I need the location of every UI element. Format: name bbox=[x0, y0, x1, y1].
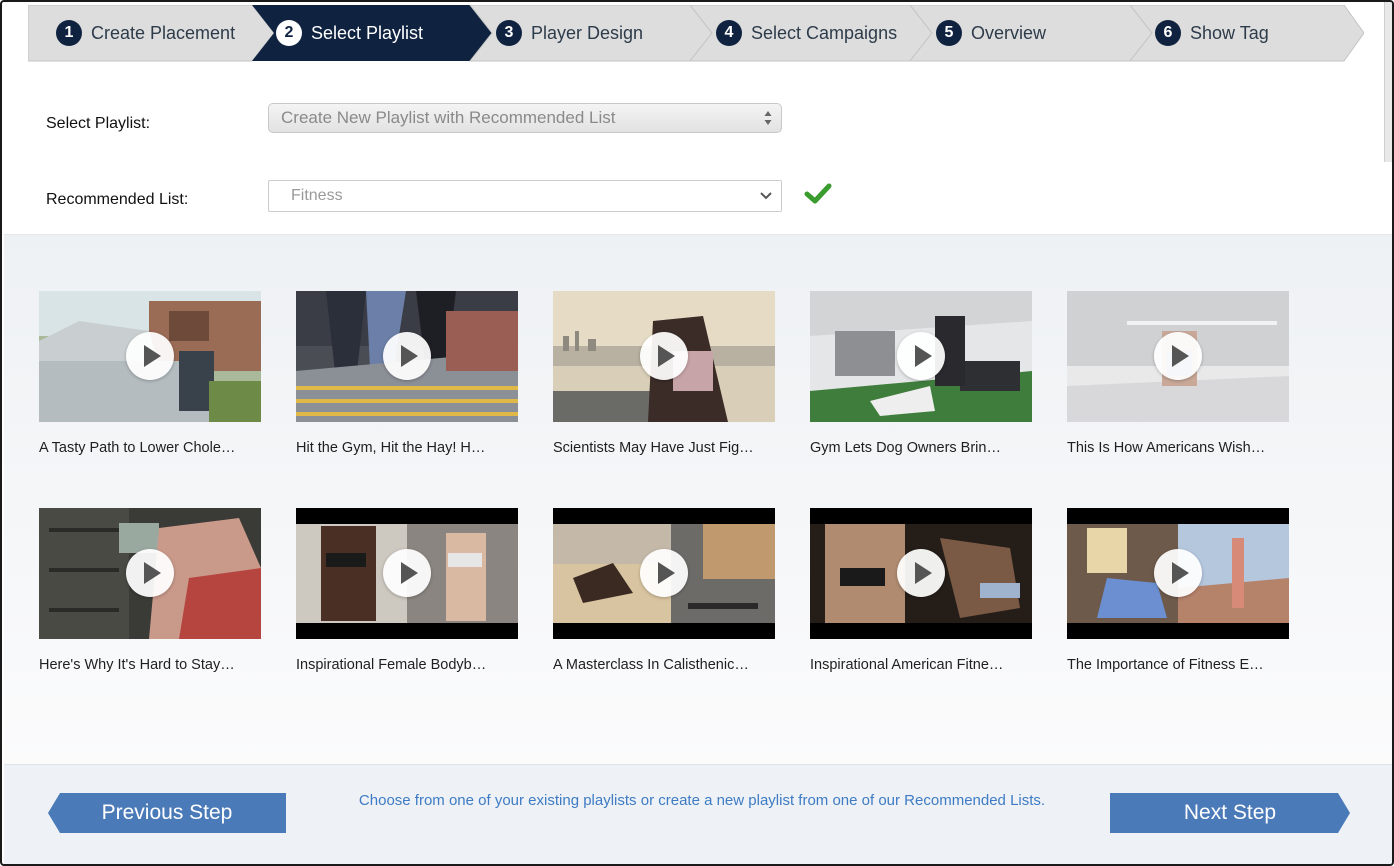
video-title[interactable]: Hit the Gym, Hit the Hay! H… bbox=[296, 440, 518, 456]
checkmark-icon bbox=[804, 183, 832, 204]
step-player-design[interactable]: 3 Player Design bbox=[496, 5, 643, 61]
step-number: 5 bbox=[936, 20, 962, 46]
chevron-down-icon bbox=[760, 192, 772, 200]
video-tile[interactable]: A Masterclass In Calisthenic… bbox=[553, 508, 775, 673]
step-number: 2 bbox=[276, 20, 302, 46]
video-thumbnail[interactable] bbox=[810, 291, 1032, 422]
step-label: Overview bbox=[971, 22, 1047, 43]
video-thumbnail[interactable] bbox=[1067, 508, 1289, 639]
step-number: 4 bbox=[716, 20, 742, 46]
video-title[interactable]: Inspirational Female Bodyb… bbox=[296, 657, 518, 673]
step-label: Select Campaigns bbox=[751, 22, 898, 43]
step-number: 6 bbox=[1155, 20, 1181, 46]
play-icon[interactable] bbox=[126, 332, 174, 380]
video-tile[interactable]: This Is How Americans Wish… bbox=[1067, 291, 1289, 456]
step-show-tag[interactable]: 6 Show Tag bbox=[1155, 5, 1269, 61]
play-icon[interactable] bbox=[1154, 332, 1202, 380]
video-thumbnail[interactable] bbox=[296, 508, 518, 639]
next-step-button[interactable]: Next Step bbox=[1110, 793, 1350, 833]
select-playlist-value: Create New Playlist with Recommended Lis… bbox=[281, 108, 616, 127]
step-label: Create Placement bbox=[91, 22, 236, 43]
video-title[interactable]: A Tasty Path to Lower Chole… bbox=[39, 440, 261, 456]
video-thumbnail[interactable] bbox=[39, 508, 261, 639]
play-icon[interactable] bbox=[383, 549, 431, 597]
scrollbar[interactable] bbox=[1384, 2, 1392, 162]
video-title[interactable]: This Is How Americans Wish… bbox=[1067, 440, 1289, 456]
play-icon[interactable] bbox=[126, 549, 174, 597]
select-playlist-label: Select Playlist: bbox=[46, 115, 151, 132]
step-number: 3 bbox=[496, 20, 522, 46]
wizard-steps: 1 Create Placement 2 Select Playlist 3 P… bbox=[28, 5, 1364, 63]
previous-step-button[interactable]: Previous Step bbox=[48, 793, 286, 833]
play-icon[interactable] bbox=[1154, 549, 1202, 597]
step-create-placement[interactable]: 1 Create Placement bbox=[56, 5, 235, 61]
video-tile[interactable]: A Tasty Path to Lower Chole… bbox=[39, 291, 261, 456]
video-title[interactable]: Gym Lets Dog Owners Brin… bbox=[810, 440, 1032, 456]
recommended-list-label: Recommended List: bbox=[46, 191, 189, 208]
video-tile[interactable]: Gym Lets Dog Owners Brin… bbox=[810, 291, 1032, 456]
step-label: Player Design bbox=[531, 22, 644, 43]
step-select-playlist[interactable]: 2 Select Playlist bbox=[276, 5, 423, 61]
video-tile[interactable]: Hit the Gym, Hit the Hay! H… bbox=[296, 291, 518, 456]
play-icon[interactable] bbox=[383, 332, 431, 380]
video-tile[interactable]: Scientists May Have Just Fig… bbox=[553, 291, 775, 456]
select-playlist-dropdown[interactable]: Create New Playlist with Recommended Lis… bbox=[268, 103, 782, 133]
step-label: Show Tag bbox=[1190, 22, 1269, 43]
play-icon[interactable] bbox=[897, 332, 945, 380]
video-title[interactable]: Inspirational American Fitne… bbox=[810, 657, 1032, 673]
video-title[interactable]: Here's Why It's Hard to Stay… bbox=[39, 657, 261, 673]
recommended-list-value: Fitness bbox=[291, 187, 343, 204]
video-title[interactable]: Scientists May Have Just Fig… bbox=[553, 440, 775, 456]
step-select-campaigns[interactable]: 4 Select Campaigns bbox=[716, 5, 897, 61]
video-title[interactable]: The Importance of Fitness E… bbox=[1067, 657, 1289, 673]
video-tile[interactable]: Inspirational Female Bodyb… bbox=[296, 508, 518, 673]
video-thumbnail[interactable] bbox=[1067, 291, 1289, 422]
step-label: Select Playlist bbox=[311, 22, 424, 43]
step-number: 1 bbox=[56, 20, 82, 46]
app-frame: 1 Create Placement 2 Select Playlist 3 P… bbox=[0, 0, 1394, 866]
video-tile[interactable]: The Importance of Fitness E… bbox=[1067, 508, 1289, 673]
play-icon[interactable] bbox=[897, 549, 945, 597]
play-icon[interactable] bbox=[640, 549, 688, 597]
video-thumbnail[interactable] bbox=[553, 508, 775, 639]
hint-text: Choose from one of your existing playlis… bbox=[358, 792, 1046, 809]
wizard-footer: Previous Step Choose from one of your ex… bbox=[4, 764, 1392, 864]
video-thumbnail[interactable] bbox=[810, 508, 1032, 639]
video-thumbnail[interactable] bbox=[553, 291, 775, 422]
video-thumbnail[interactable] bbox=[39, 291, 261, 422]
updown-arrows-icon bbox=[764, 111, 772, 125]
video-title[interactable]: A Masterclass In Calisthenic… bbox=[553, 657, 775, 673]
video-tile[interactable]: Here's Why It's Hard to Stay… bbox=[39, 508, 261, 673]
step-overview[interactable]: 5 Overview bbox=[936, 5, 1046, 61]
video-thumbnail[interactable] bbox=[296, 291, 518, 422]
recommended-list-dropdown[interactable]: Fitness bbox=[268, 180, 782, 212]
video-grid-panel: A Tasty Path to Lower Chole… Hit the Gym… bbox=[4, 234, 1392, 764]
play-icon[interactable] bbox=[640, 332, 688, 380]
video-tile[interactable]: Inspirational American Fitne… bbox=[810, 508, 1032, 673]
